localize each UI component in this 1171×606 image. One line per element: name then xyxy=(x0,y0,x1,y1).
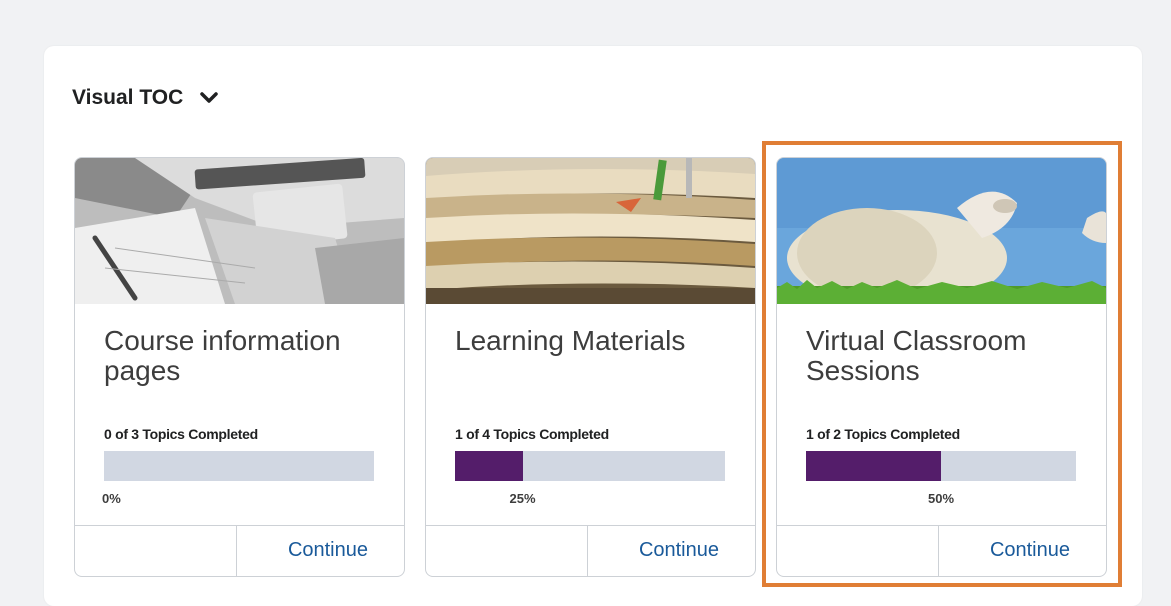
module-card-virtual-classroom[interactable]: Virtual Classroom Sessions 1 of 2 Topics… xyxy=(776,157,1107,577)
card-title[interactable]: Virtual Classroom Sessions xyxy=(806,326,1086,386)
visual-toc-panel: Visual TOC Course information pages 0 of… xyxy=(44,46,1142,606)
continue-button[interactable]: Continue xyxy=(990,539,1070,562)
module-card-learning-materials[interactable]: Learning Materials 1 of 4 Topics Complet… xyxy=(425,157,756,577)
topics-completed-text: 1 of 4 Topics Completed xyxy=(455,426,609,442)
progress-bar xyxy=(455,451,725,481)
continue-button[interactable]: Continue xyxy=(639,539,719,562)
chevron-down-icon[interactable] xyxy=(199,91,219,105)
laptop-desk-image xyxy=(75,158,404,304)
footer-divider xyxy=(938,526,939,576)
progress-percent: 25% xyxy=(509,491,536,506)
card-footer: Continue xyxy=(777,525,1106,576)
toc-header[interactable]: Visual TOC xyxy=(72,86,219,110)
card-footer: Continue xyxy=(75,525,404,576)
continue-button[interactable]: Continue xyxy=(288,539,368,562)
footer-divider xyxy=(236,526,237,576)
card-title[interactable]: Learning Materials xyxy=(455,326,735,356)
progress-percent: 50% xyxy=(927,491,955,506)
progress-fill xyxy=(455,451,523,481)
progress-bar xyxy=(806,451,1076,481)
card-title[interactable]: Course information pages xyxy=(104,326,384,386)
progress-bar xyxy=(104,451,374,481)
module-card-course-information[interactable]: Course information pages 0 of 3 Topics C… xyxy=(74,157,405,577)
sheep-image xyxy=(777,158,1106,304)
toc-title: Visual TOC xyxy=(72,86,184,109)
stacked-books-image xyxy=(426,158,755,304)
progress-fill xyxy=(806,451,941,481)
footer-divider xyxy=(587,526,588,576)
topics-completed-text: 0 of 3 Topics Completed xyxy=(104,426,258,442)
card-footer: Continue xyxy=(426,525,755,576)
topics-completed-text: 1 of 2 Topics Completed xyxy=(806,426,960,442)
progress-percent: 0% xyxy=(102,491,121,506)
